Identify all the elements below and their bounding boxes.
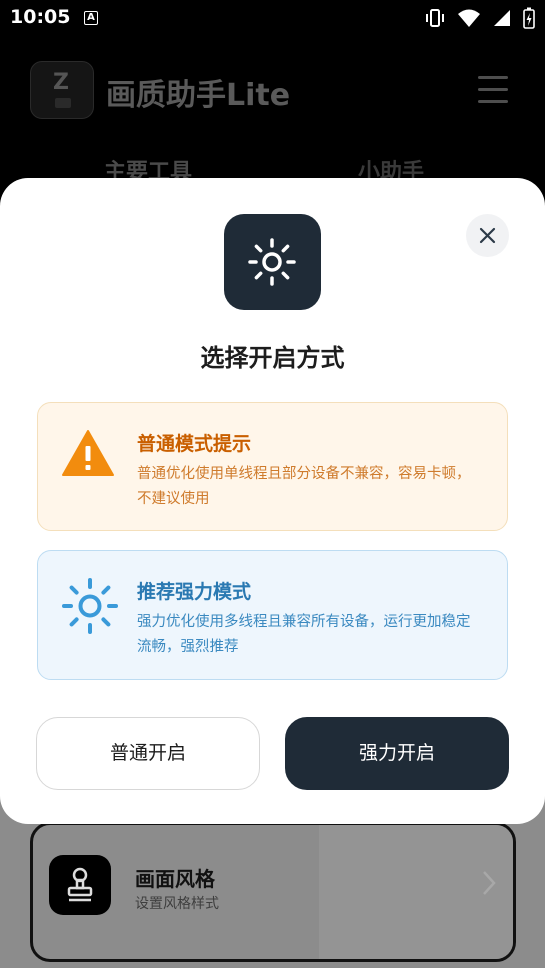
app-title: 画质助手Lite xyxy=(106,78,291,113)
vibrate-icon xyxy=(425,9,444,27)
status-icons xyxy=(418,7,535,29)
app-logo: Z xyxy=(30,61,94,119)
card-title: 画面风格 xyxy=(135,867,215,891)
status-bar: 10:05 A xyxy=(0,0,545,36)
stamp-icon xyxy=(49,855,111,915)
normal-mode-title: 普通模式提示 xyxy=(137,433,252,455)
app-logo-badge xyxy=(55,98,71,108)
notification-icon: A xyxy=(84,11,98,25)
warning-icon xyxy=(62,430,114,476)
signal-icon xyxy=(493,10,510,26)
sun-icon xyxy=(224,214,321,310)
sun-icon xyxy=(62,578,118,634)
open-mode-dialog: 选择开启方式 普通模式提示 普通优化使用单线程且部分设备不兼容，容易卡顿，不建议… xyxy=(0,178,545,824)
app-logo-letter: Z xyxy=(53,70,69,95)
normal-mode-notice: 普通模式提示 普通优化使用单线程且部分设备不兼容，容易卡顿，不建议使用 xyxy=(37,402,508,531)
normal-open-button[interactable]: 普通开启 xyxy=(36,717,260,790)
menu-icon[interactable] xyxy=(478,76,508,103)
strong-mode-description: 强力优化使用多线程且兼容所有设备，运行更加稳定流畅，强烈推荐 xyxy=(137,614,471,655)
card-subtitle: 设置风格样式 xyxy=(135,896,219,912)
wifi-icon xyxy=(457,9,480,27)
dialog-title: 选择开启方式 xyxy=(200,344,345,372)
close-button[interactable] xyxy=(466,214,509,257)
status-time: 10:05 xyxy=(10,6,71,28)
strong-open-button[interactable]: 强力开启 xyxy=(285,717,509,790)
battery-icon xyxy=(523,7,535,29)
chevron-right-icon xyxy=(483,871,496,895)
normal-mode-description: 普通优化使用单线程且部分设备不兼容，容易卡顿，不建议使用 xyxy=(137,466,471,507)
strong-mode-recommendation: 推荐强力模式 强力优化使用多线程且兼容所有设备，运行更加稳定流畅，强烈推荐 xyxy=(37,550,508,680)
card-picture-style[interactable]: 画面风格 设置风格样式 xyxy=(30,822,516,962)
strong-mode-title: 推荐强力模式 xyxy=(137,581,252,603)
close-icon xyxy=(479,227,496,244)
